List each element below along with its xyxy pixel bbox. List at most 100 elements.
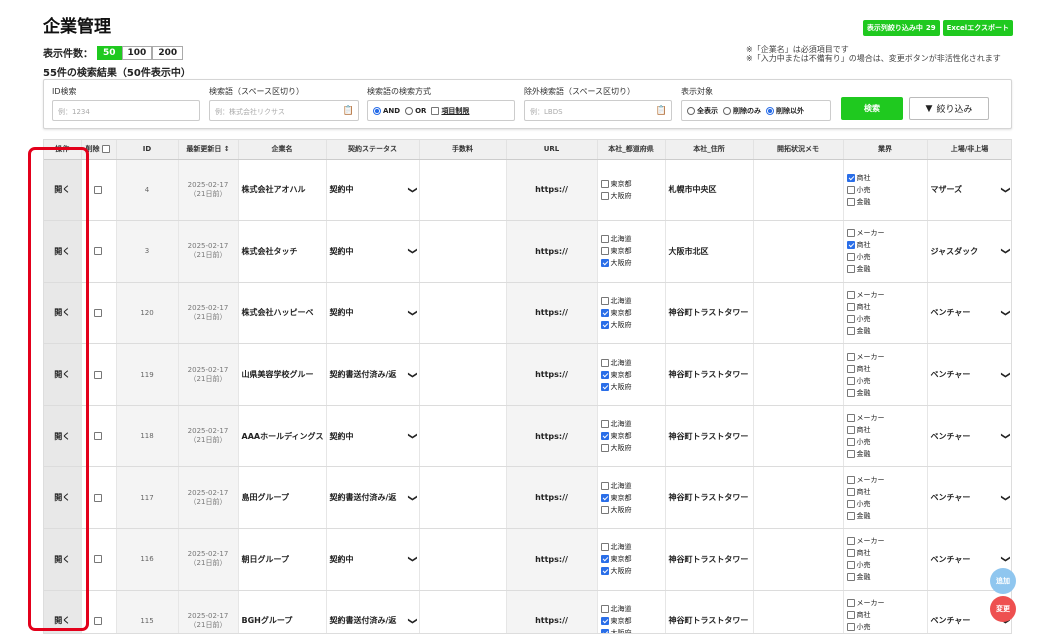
search-button[interactable]: 検索 bbox=[841, 97, 903, 120]
open-button[interactable]: 開く bbox=[44, 282, 82, 345]
address-cell[interactable]: 神谷町トラストタワー bbox=[665, 590, 754, 633]
address-cell[interactable]: 札幌市中央区 bbox=[665, 159, 754, 222]
col-header-url[interactable]: URL bbox=[506, 140, 598, 160]
url-cell[interactable]: https:// bbox=[506, 159, 598, 222]
delete-checkbox[interactable] bbox=[93, 555, 102, 564]
prefecture-option[interactable]: 大阪府 bbox=[600, 257, 662, 269]
col-header-fee[interactable]: 手数料 bbox=[419, 140, 507, 160]
memo-cell[interactable] bbox=[753, 343, 844, 406]
prefecture-option[interactable]: 北海道 bbox=[600, 357, 662, 369]
delete-checkbox[interactable] bbox=[93, 185, 102, 194]
memo-cell[interactable] bbox=[753, 466, 844, 530]
display-filter-button[interactable]: 表示列絞り込み中 29 bbox=[862, 20, 940, 36]
industry-option[interactable]: メーカー bbox=[846, 597, 924, 609]
col-header-listing[interactable]: 上場/非上場 bbox=[927, 140, 1011, 160]
change-button[interactable]: 変更 bbox=[990, 596, 1016, 622]
url-cell[interactable]: https:// bbox=[506, 282, 598, 345]
delete-checkbox[interactable] bbox=[93, 247, 102, 256]
clipboard-icon[interactable]: 📋 bbox=[343, 106, 354, 116]
address-cell[interactable]: 神谷町トラストタワー bbox=[665, 343, 754, 406]
open-button[interactable]: 開く bbox=[44, 590, 82, 633]
sort-icon[interactable]: ↕ bbox=[224, 145, 230, 153]
contract-select[interactable]: 契約中 ❯ bbox=[326, 220, 420, 283]
open-button[interactable]: 開く bbox=[44, 343, 82, 406]
prefecture-option[interactable]: 東京都 bbox=[600, 553, 662, 565]
open-button[interactable]: 開く bbox=[44, 159, 82, 222]
url-cell[interactable]: https:// bbox=[506, 220, 598, 283]
open-button[interactable]: 開く bbox=[44, 466, 82, 530]
col-header-prefecture[interactable]: 本社_都道府県 bbox=[597, 140, 666, 160]
prefecture-option[interactable]: 東京都 bbox=[600, 178, 662, 190]
industry-option[interactable]: 金融 bbox=[846, 325, 924, 337]
col-header-contract[interactable]: 契約ステータス bbox=[326, 140, 420, 160]
prefecture-option[interactable]: 北海道 bbox=[600, 418, 662, 430]
fee-cell[interactable] bbox=[419, 405, 507, 468]
prefecture-option[interactable]: 東京都 bbox=[600, 615, 662, 627]
listing-select[interactable]: ベンチャー ❯ bbox=[927, 343, 1011, 406]
address-cell[interactable]: 神谷町トラストタワー bbox=[665, 466, 754, 530]
contract-select[interactable]: 契約書送付済み/返 ❯ bbox=[326, 466, 420, 530]
address-cell[interactable]: 神谷町トラストタワー bbox=[665, 528, 754, 591]
company-name-cell[interactable]: 株式会社アオハル bbox=[238, 159, 327, 222]
fee-cell[interactable] bbox=[419, 466, 507, 530]
item-restrict-checkbox[interactable]: 項目制限 bbox=[431, 106, 469, 116]
prefecture-option[interactable]: 大阪府 bbox=[600, 319, 662, 331]
industry-option[interactable]: 商社 bbox=[846, 363, 924, 375]
industry-option[interactable]: 商社 bbox=[846, 486, 924, 498]
col-header-memo[interactable]: 開拓状況メモ bbox=[753, 140, 844, 160]
industry-option[interactable]: 金融 bbox=[846, 571, 924, 583]
industry-option[interactable]: 金融 bbox=[846, 263, 924, 275]
industry-option[interactable]: 商社 bbox=[846, 239, 924, 251]
industry-option[interactable]: 小売 bbox=[846, 498, 924, 510]
listing-select[interactable]: ベンチャー ❯ bbox=[927, 405, 1011, 468]
filter-button[interactable]: ▼ 絞り込み bbox=[909, 97, 989, 120]
prefecture-option[interactable]: 東京都 bbox=[600, 492, 662, 504]
industry-option[interactable]: 商社 bbox=[846, 424, 924, 436]
method-and-radio[interactable]: AND bbox=[373, 106, 400, 115]
exclude-search-input[interactable]: 例：LBDS 📋 bbox=[524, 100, 672, 121]
listing-select[interactable]: ベンチャー ❯ bbox=[927, 466, 1011, 530]
fee-cell[interactable] bbox=[419, 282, 507, 345]
add-button[interactable]: 追加 bbox=[990, 568, 1016, 594]
fee-cell[interactable] bbox=[419, 159, 507, 222]
industry-option[interactable]: メーカー bbox=[846, 351, 924, 363]
contract-select[interactable]: 契約中 ❯ bbox=[326, 282, 420, 345]
fee-cell[interactable] bbox=[419, 590, 507, 633]
industry-option[interactable]: メーカー bbox=[846, 412, 924, 424]
prefecture-option[interactable]: 大阪府 bbox=[600, 504, 662, 516]
url-cell[interactable]: https:// bbox=[506, 528, 598, 591]
industry-option[interactable]: 小売 bbox=[846, 184, 924, 196]
industry-option[interactable]: 商社 bbox=[846, 609, 924, 621]
delete-checkbox[interactable] bbox=[93, 308, 102, 317]
industry-option[interactable]: 金融 bbox=[846, 510, 924, 522]
item-restrict-label[interactable]: 項目制限 bbox=[441, 107, 469, 115]
fee-cell[interactable] bbox=[419, 343, 507, 406]
industry-option[interactable]: メーカー bbox=[846, 535, 924, 547]
prefecture-option[interactable]: 大阪府 bbox=[600, 381, 662, 393]
contract-select[interactable]: 契約中 ❯ bbox=[326, 159, 420, 222]
display-except-radio[interactable]: 削除以外 bbox=[766, 106, 804, 116]
url-cell[interactable]: https:// bbox=[506, 405, 598, 468]
memo-cell[interactable] bbox=[753, 590, 844, 633]
company-name-cell[interactable]: 島田グループ bbox=[238, 466, 327, 530]
industry-option[interactable]: メーカー bbox=[846, 227, 924, 239]
url-cell[interactable]: https:// bbox=[506, 590, 598, 633]
industry-option[interactable]: 金融 bbox=[846, 196, 924, 208]
contract-select[interactable]: 契約書送付済み/返 ❯ bbox=[326, 343, 420, 406]
id-search-input[interactable]: 例：1234 bbox=[52, 100, 200, 121]
excel-export-button[interactable]: Excelエクスポート bbox=[942, 20, 1013, 36]
address-cell[interactable]: 大阪市北区 bbox=[665, 220, 754, 283]
industry-option[interactable]: 小売 bbox=[846, 621, 924, 633]
method-or-radio[interactable]: OR bbox=[405, 106, 426, 115]
industry-option[interactable]: 小売 bbox=[846, 251, 924, 263]
address-cell[interactable]: 神谷町トラストタワー bbox=[665, 282, 754, 345]
delete-checkbox[interactable] bbox=[93, 432, 102, 441]
company-name-cell[interactable]: AAAホールディングス bbox=[238, 405, 327, 468]
company-name-cell[interactable]: 株式会社タッチ bbox=[238, 220, 327, 283]
col-header-name[interactable]: 企業名 bbox=[238, 140, 327, 160]
delete-checkbox[interactable] bbox=[93, 370, 102, 379]
page-size-100[interactable]: 100 bbox=[121, 45, 153, 60]
industry-option[interactable]: 商社 bbox=[846, 547, 924, 559]
prefecture-option[interactable]: 大阪府 bbox=[600, 190, 662, 202]
industry-option[interactable]: 金融 bbox=[846, 387, 924, 399]
